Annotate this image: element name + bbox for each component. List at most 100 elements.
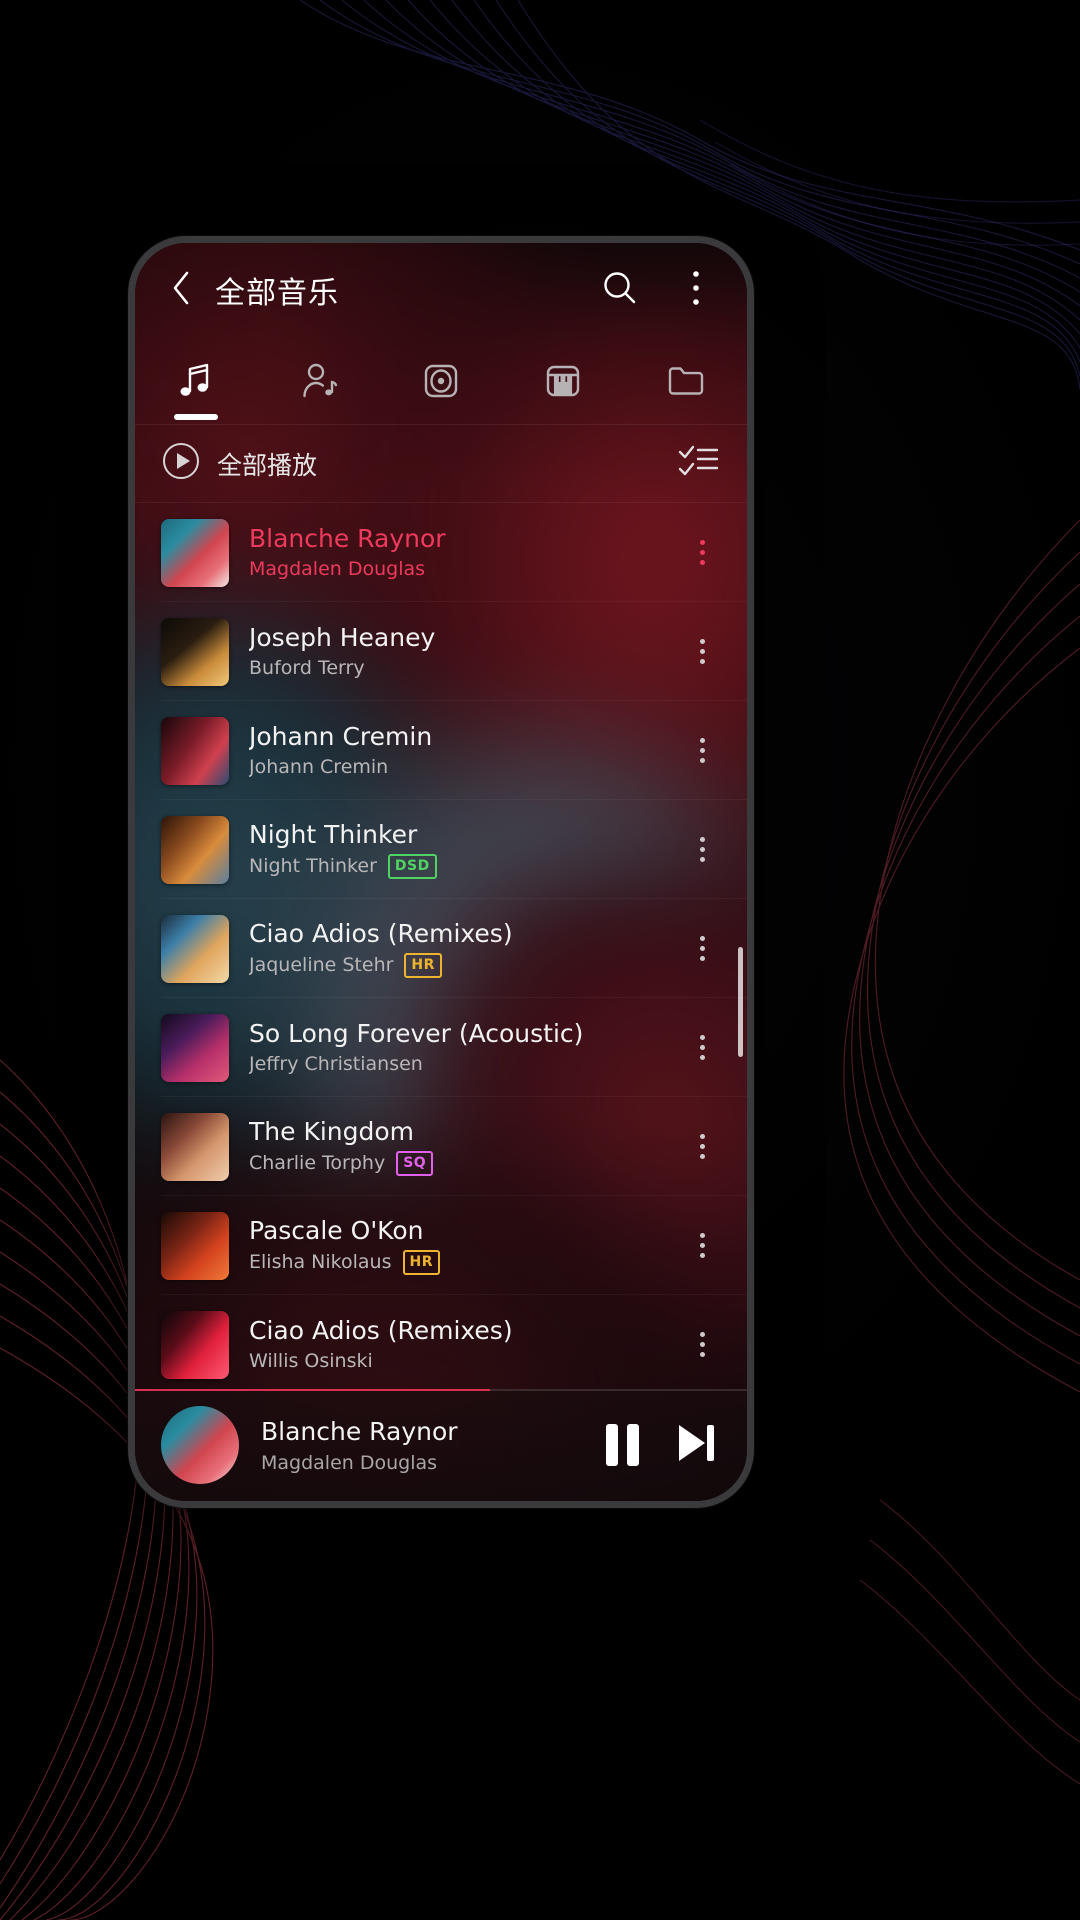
- album-artwork: [161, 1211, 229, 1280]
- mini-player-meta: Blanche Raynor Magdalen Douglas: [261, 1417, 590, 1474]
- song-title: Blanche Raynor: [249, 523, 446, 553]
- song-row[interactable]: Pascale O'Kon Elisha Nikolaus HR: [135, 1196, 747, 1295]
- artist-icon: [296, 358, 342, 404]
- mini-player-controls: [606, 1421, 719, 1470]
- song-title: Night Thinker: [249, 819, 418, 849]
- album-artwork: [161, 815, 229, 884]
- song-artist: Night Thinker: [249, 855, 377, 878]
- song-overflow-button[interactable]: [679, 521, 725, 585]
- song-meta: Ciao Adios (Remixes) Willis Osinski: [249, 1316, 679, 1373]
- song-row[interactable]: Blanche Raynor Magdalen Douglas: [135, 503, 747, 602]
- song-meta: Johann Cremin Johann Cremin: [249, 722, 679, 779]
- category-tab-bar: [135, 337, 747, 425]
- quality-badge: HR: [404, 953, 442, 979]
- tab-genres[interactable]: [502, 337, 624, 424]
- more-vertical-icon: [699, 1332, 705, 1357]
- more-vertical-icon: [699, 639, 705, 664]
- piano-keys-icon: [540, 358, 586, 404]
- song-subtitle: Night Thinker DSD: [249, 854, 679, 880]
- back-button[interactable]: [159, 267, 205, 313]
- mini-player-title: Blanche Raynor: [261, 1416, 458, 1446]
- album-artwork: [161, 518, 229, 587]
- tab-folders[interactable]: [625, 337, 747, 424]
- song-row[interactable]: Night Thinker Night Thinker DSD: [135, 800, 747, 899]
- play-all-label: 全部播放: [217, 450, 318, 480]
- page-title: 全部音乐: [215, 276, 339, 311]
- next-track-button[interactable]: [673, 1421, 719, 1470]
- overflow-menu-button[interactable]: [673, 267, 719, 313]
- song-meta: Blanche Raynor Magdalen Douglas: [249, 524, 679, 581]
- song-artist: Johann Cremin: [249, 756, 389, 779]
- search-button[interactable]: [597, 267, 643, 313]
- song-overflow-button[interactable]: [679, 917, 725, 981]
- song-overflow-button[interactable]: [679, 1115, 725, 1179]
- pause-icon: [606, 1424, 639, 1466]
- song-row[interactable]: Ciao Adios (Remixes) Willis Osinski: [135, 1295, 747, 1389]
- song-artist: Buford Terry: [249, 657, 365, 680]
- song-overflow-button[interactable]: [679, 620, 725, 684]
- song-row[interactable]: Ciao Adios (Remixes) Jaqueline Stehr HR: [135, 899, 747, 998]
- phone-screen: 全部音乐 全部播放 Blanche Raynor Magdalen Dougla…: [135, 243, 747, 1501]
- song-subtitle: Jaqueline Stehr HR: [249, 953, 679, 979]
- song-artist: Elisha Nikolaus: [249, 1251, 392, 1274]
- song-title: The Kingdom: [249, 1116, 415, 1146]
- more-vertical-icon: [691, 269, 701, 312]
- quality-badge: DSD: [387, 854, 437, 880]
- album-artwork: [161, 1112, 229, 1181]
- song-overflow-button[interactable]: [679, 1016, 725, 1080]
- album-artwork: [161, 1013, 229, 1082]
- search-icon: [601, 269, 639, 312]
- play-circle-icon[interactable]: [161, 441, 201, 486]
- song-row[interactable]: The Kingdom Charlie Torphy SQ: [135, 1097, 747, 1196]
- chevron-left-icon: [170, 268, 194, 313]
- song-row[interactable]: Joseph Heaney Buford Terry: [135, 602, 747, 701]
- list-scrollbar[interactable]: [738, 947, 743, 1058]
- album-artwork: [161, 716, 229, 785]
- skip-next-icon: [673, 1424, 719, 1469]
- album-disc-icon: [418, 358, 464, 404]
- music-note-icon: [173, 358, 219, 404]
- song-subtitle: Johann Cremin: [249, 756, 679, 779]
- app-bar: 全部音乐: [135, 243, 747, 337]
- more-vertical-icon: [699, 738, 705, 763]
- song-meta: Night Thinker Night Thinker DSD: [249, 820, 679, 880]
- app-bar-actions: [597, 267, 719, 313]
- song-subtitle: Willis Osinski: [249, 1350, 679, 1373]
- play-all-bar: 全部播放: [135, 425, 747, 503]
- song-subtitle: Charlie Torphy SQ: [249, 1151, 679, 1177]
- song-title: Ciao Adios (Remixes): [249, 1315, 513, 1345]
- more-vertical-icon: [699, 540, 705, 565]
- quality-badge: HR: [402, 1250, 440, 1276]
- checklist-icon[interactable]: [677, 444, 719, 483]
- pause-button[interactable]: [606, 1424, 639, 1466]
- song-meta: Ciao Adios (Remixes) Jaqueline Stehr HR: [249, 919, 679, 979]
- mini-player-artist: Magdalen Douglas: [261, 1451, 438, 1474]
- more-vertical-icon: [699, 1233, 705, 1258]
- folder-icon: [663, 358, 709, 404]
- song-meta: Joseph Heaney Buford Terry: [249, 623, 679, 680]
- tab-albums[interactable]: [380, 337, 502, 424]
- song-title: So Long Forever (Acoustic): [249, 1018, 584, 1048]
- song-artist: Jeffry Christiansen: [249, 1053, 423, 1076]
- song-artist: Charlie Torphy: [249, 1152, 386, 1175]
- mini-player-artwork: [161, 1406, 239, 1484]
- tab-songs[interactable]: [135, 337, 257, 424]
- song-title: Joseph Heaney: [249, 622, 436, 652]
- song-title: Ciao Adios (Remixes): [249, 918, 513, 948]
- song-artist: Magdalen Douglas: [249, 558, 426, 581]
- song-title: Johann Cremin: [249, 721, 433, 751]
- song-overflow-button[interactable]: [679, 1313, 725, 1377]
- song-overflow-button[interactable]: [679, 818, 725, 882]
- song-subtitle: Magdalen Douglas: [249, 558, 679, 581]
- song-meta: So Long Forever (Acoustic) Jeffry Christi…: [249, 1019, 679, 1076]
- song-list[interactable]: Blanche Raynor Magdalen Douglas Joseph Hea…: [135, 503, 747, 1389]
- more-vertical-icon: [699, 936, 705, 961]
- phone-device-frame: 全部音乐 全部播放 Blanche Raynor Magdalen Dougla…: [128, 236, 754, 1508]
- song-row[interactable]: Johann Cremin Johann Cremin: [135, 701, 747, 800]
- song-overflow-button[interactable]: [679, 1214, 725, 1278]
- more-vertical-icon: [699, 1035, 705, 1060]
- tab-artists[interactable]: [257, 337, 379, 424]
- song-row[interactable]: So Long Forever (Acoustic) Jeffry Christi…: [135, 998, 747, 1097]
- mini-player[interactable]: Blanche Raynor Magdalen Douglas: [135, 1389, 747, 1501]
- song-overflow-button[interactable]: [679, 719, 725, 783]
